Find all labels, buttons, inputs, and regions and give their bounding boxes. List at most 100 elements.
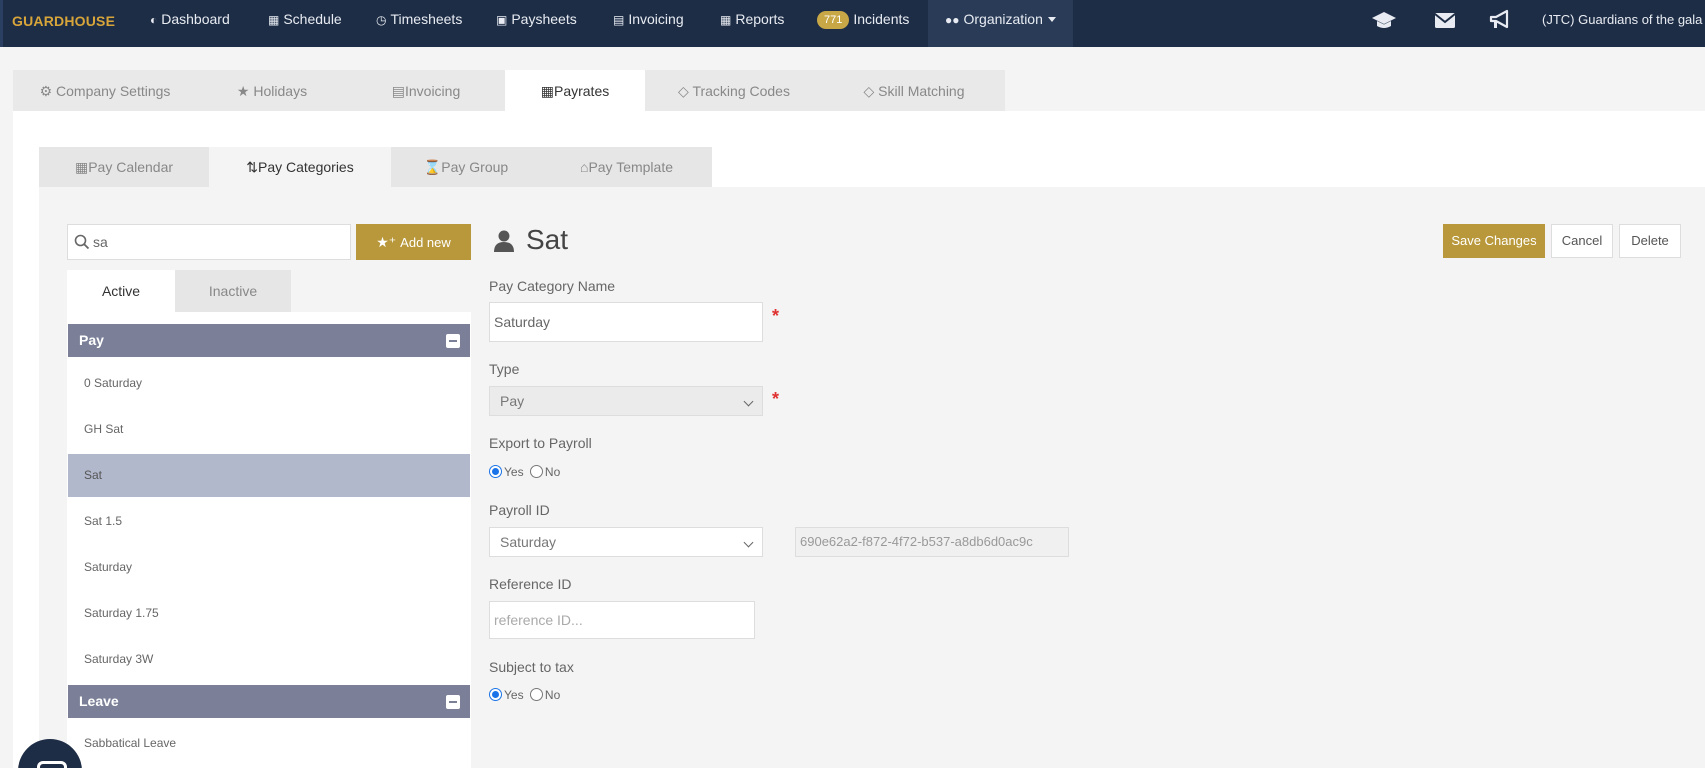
tab-invoicing-label: Invoicing <box>404 83 461 99</box>
diamond-icon: ◇ <box>678 83 693 99</box>
tab-pay-template-label: Pay Template <box>588 159 674 175</box>
tab-holidays[interactable]: ★ Holidays <box>197 70 347 112</box>
tachometer-icon: ◐ <box>150 13 158 27</box>
navbar-edge <box>0 0 3 47</box>
pay-category-name-label: Pay Category Name <box>489 278 616 294</box>
tab-skill-matching-label: Skill Matching <box>878 83 965 99</box>
reference-id-input[interactable] <box>489 601 755 639</box>
nav-organization[interactable]: ●● Organization <box>928 0 1073 47</box>
nav-invoicing[interactable]: ▤ Invoicing <box>613 0 684 47</box>
tab-payrates[interactable]: ▦Payrates <box>505 70 645 112</box>
tab-payrates-label: Payrates <box>553 83 610 99</box>
list-item[interactable]: GH Sat <box>68 408 470 451</box>
tab-pay-calendar-label: Pay Calendar <box>88 159 174 175</box>
gear-icon: ⚙ <box>39 83 57 99</box>
tenant-selector[interactable]: (JTC) Guardians of the gala <box>1542 0 1702 39</box>
delete-button[interactable]: Delete <box>1619 224 1681 258</box>
nav-schedule-label: Schedule <box>283 11 342 27</box>
group-header-leave[interactable]: Leave <box>68 685 470 718</box>
tab-pay-calendar[interactable]: ▦Pay Calendar <box>39 147 209 187</box>
nav-dashboard[interactable]: ◐ Dashboard <box>150 0 230 47</box>
required-marker: * <box>772 306 780 326</box>
tab-holidays-label: Holidays <box>253 83 308 99</box>
tab-active[interactable]: Active <box>67 270 175 312</box>
nav-paysheets-label: Paysheets <box>511 11 577 27</box>
group-title-pay: Pay <box>79 332 104 348</box>
nav-reports[interactable]: ▦ Reports <box>720 0 784 47</box>
incidents-badge: 771 <box>817 11 850 29</box>
envelope-icon[interactable] <box>1432 8 1458 32</box>
add-new-label: Add new <box>400 235 451 250</box>
chevron-down-icon <box>743 537 754 548</box>
subject-to-tax-label: Subject to tax <box>489 659 574 675</box>
save-changes-button[interactable]: Save Changes <box>1443 224 1545 258</box>
tab-company-settings[interactable]: ⚙ Company Settings <box>13 70 197 112</box>
minus-square-icon[interactable] <box>446 695 460 709</box>
calendar-icon: ▦ <box>74 159 89 175</box>
minus-square-icon[interactable] <box>446 334 460 348</box>
cancel-button[interactable]: Cancel <box>1551 224 1613 258</box>
nav-schedule[interactable]: ▦ Schedule <box>268 0 342 47</box>
add-new-button[interactable]: ★⁺ Add new <box>356 224 471 260</box>
user-icon <box>494 230 514 252</box>
export-to-payroll-radios: Yes No <box>489 465 560 479</box>
megaphone-icon[interactable] <box>1487 8 1513 32</box>
tax-no-label: No <box>544 688 561 702</box>
tab-invoicing[interactable]: ▤Invoicing <box>347 70 505 112</box>
search-icon <box>74 234 90 250</box>
payrate-subtabs: ▦Pay Calendar ⇅Pay Categories ⌛Pay Group… <box>39 147 712 187</box>
nav-invoicing-label: Invoicing <box>628 11 684 27</box>
export-yes-radio[interactable] <box>489 465 502 478</box>
tab-tracking-codes-label: Tracking Codes <box>692 83 790 99</box>
tab-pay-template[interactable]: ⌂Pay Template <box>541 147 712 187</box>
required-marker: * <box>772 389 780 409</box>
calendar-icon: ▦ <box>268 13 280 27</box>
nav-incidents[interactable]: 771 Incidents <box>817 0 909 47</box>
chevron-down-icon <box>743 396 754 407</box>
type-select[interactable]: Pay <box>489 386 763 416</box>
list-item[interactable]: 0 Saturday <box>68 362 470 405</box>
group-title-leave: Leave <box>79 693 119 709</box>
type-label: Type <box>489 361 520 377</box>
payroll-id-select[interactable]: Saturday <box>489 527 763 557</box>
top-navbar: GUARDHOUSE ◐ Dashboard ▦ Schedule ◷ Timeshe… <box>0 0 1705 47</box>
nav-reports-label: Reports <box>735 11 785 27</box>
tax-yes-radio[interactable] <box>489 688 502 701</box>
nav-paysheets[interactable]: ▣ Paysheets <box>496 0 577 47</box>
export-no-radio[interactable] <box>529 465 543 478</box>
star-icon: ★ <box>236 83 254 99</box>
list-item[interactable]: Sabbatical Leave <box>68 722 470 765</box>
tab-pay-categories[interactable]: ⇅Pay Categories <box>209 147 391 187</box>
search-field[interactable] <box>67 224 351 260</box>
graduation-cap-icon[interactable] <box>1371 8 1397 32</box>
export-yes-label: Yes <box>504 465 524 479</box>
calendar-icon: ▦ <box>540 83 554 99</box>
nav-timesheets[interactable]: ◷ Timesheets <box>376 0 462 47</box>
search-input[interactable] <box>93 231 343 253</box>
page-title: Sat <box>526 224 569 255</box>
list-item-selected[interactable]: Sat <box>68 454 470 497</box>
list-item[interactable]: Saturday 1.75 <box>68 592 470 635</box>
diamond-icon: ◇ <box>863 83 879 99</box>
tab-skill-matching[interactable]: ◇ Skill Matching <box>823 70 1005 112</box>
tab-pay-group[interactable]: ⌛Pay Group <box>391 147 541 187</box>
list-item[interactable]: Sat 1.5 <box>68 500 470 543</box>
tab-tracking-codes[interactable]: ◇ Tracking Codes <box>645 70 823 112</box>
money-icon: ▣ <box>496 13 508 27</box>
tax-yes-label: Yes <box>504 688 524 702</box>
hourglass-icon: ⌛ <box>423 159 442 175</box>
caret-down-icon <box>1047 17 1056 22</box>
nav-incidents-label: Incidents <box>853 11 910 27</box>
clock-icon: ◷ <box>376 13 387 27</box>
table-icon: ▦ <box>720 13 732 27</box>
list-item[interactable]: Saturday <box>68 546 470 589</box>
tab-inactive[interactable]: Inactive <box>175 270 291 312</box>
nav-dashboard-label: Dashboard <box>161 11 230 27</box>
tab-company-settings-label: Company Settings <box>56 83 171 99</box>
group-header-pay[interactable]: Pay <box>68 324 470 357</box>
pay-category-name-input[interactable] <box>489 302 763 342</box>
brand-logo[interactable]: GUARDHOUSE <box>12 13 115 29</box>
tax-no-radio[interactable] <box>529 688 543 701</box>
list-item[interactable]: Saturday 3W <box>68 638 470 681</box>
list-icon: ▤ <box>391 83 405 99</box>
